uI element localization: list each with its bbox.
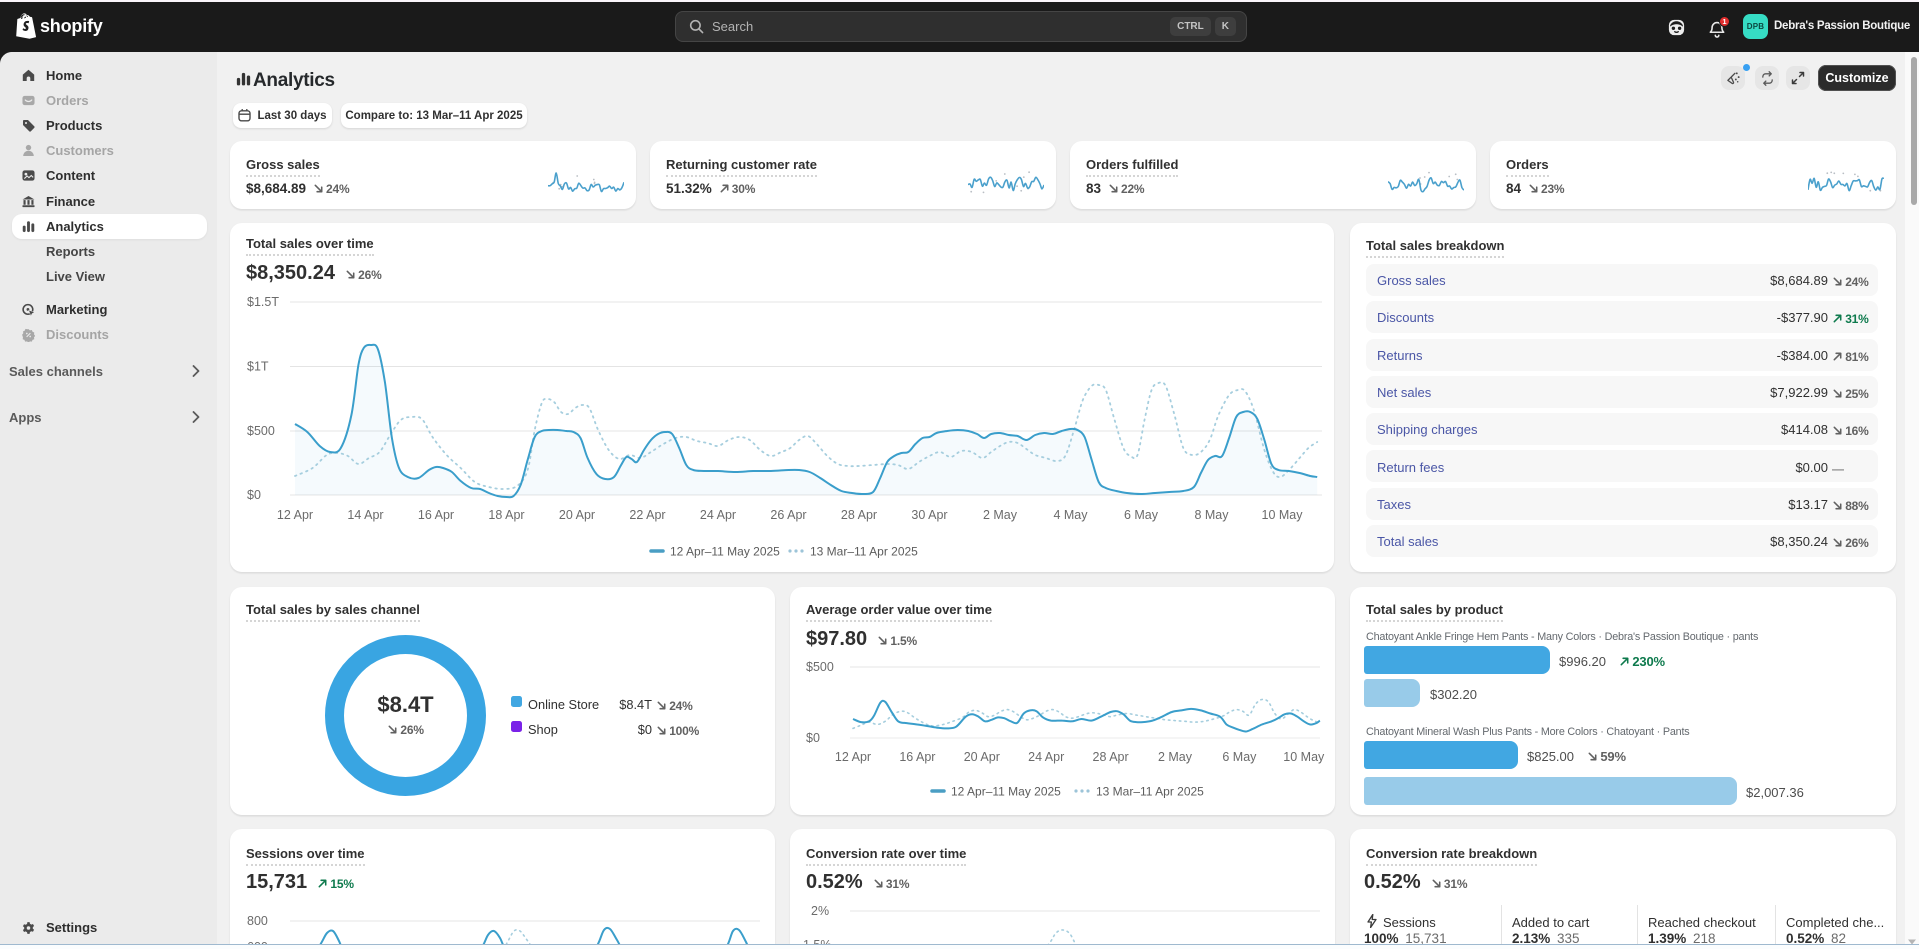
svg-text:$1.5T: $1.5T xyxy=(247,295,279,309)
svg-text:$1T: $1T xyxy=(247,360,269,374)
svg-text:4 May: 4 May xyxy=(1053,508,1088,522)
svg-text:16 Apr: 16 Apr xyxy=(418,508,454,522)
svg-text:$500: $500 xyxy=(806,660,834,674)
svg-text:24 Apr: 24 Apr xyxy=(700,508,736,522)
svg-text:20 Apr: 20 Apr xyxy=(559,508,595,522)
svg-text:$500: $500 xyxy=(247,424,275,438)
svg-text:10 May: 10 May xyxy=(1283,750,1325,764)
svg-text:8 May: 8 May xyxy=(1194,508,1229,522)
svg-text:13 Mar–11 Apr 2025: 13 Mar–11 Apr 2025 xyxy=(810,545,918,559)
svg-text:2%: 2% xyxy=(811,904,829,918)
svg-text:2 May: 2 May xyxy=(983,508,1018,522)
svg-text:18 Apr: 18 Apr xyxy=(488,508,524,522)
svg-text:16 Apr: 16 Apr xyxy=(899,750,935,764)
svg-text:24 Apr: 24 Apr xyxy=(1028,750,1064,764)
svg-text:12 Apr–11 May 2025: 12 Apr–11 May 2025 xyxy=(670,545,780,559)
svg-text:28 Apr: 28 Apr xyxy=(1093,750,1129,764)
svg-text:$0: $0 xyxy=(806,731,820,745)
svg-text:20 Apr: 20 Apr xyxy=(964,750,1000,764)
svg-text:12 Apr–11 May 2025: 12 Apr–11 May 2025 xyxy=(951,785,1061,799)
svg-text:26 Apr: 26 Apr xyxy=(770,508,806,522)
svg-text:30 Apr: 30 Apr xyxy=(911,508,947,522)
svg-text:22 Apr: 22 Apr xyxy=(629,508,665,522)
svg-text:28 Apr: 28 Apr xyxy=(841,508,877,522)
svg-text:10 May: 10 May xyxy=(1262,508,1304,522)
svg-text:12 Apr: 12 Apr xyxy=(277,508,313,522)
svg-text:12 Apr: 12 Apr xyxy=(835,750,871,764)
svg-text:800: 800 xyxy=(247,914,268,928)
svg-text:6 May: 6 May xyxy=(1222,750,1257,764)
svg-text:$0: $0 xyxy=(247,488,261,502)
svg-text:14 Apr: 14 Apr xyxy=(347,508,383,522)
svg-text:2 May: 2 May xyxy=(1158,750,1193,764)
svg-text:6 May: 6 May xyxy=(1124,508,1159,522)
svg-text:13 Mar–11 Apr 2025: 13 Mar–11 Apr 2025 xyxy=(1096,785,1204,799)
